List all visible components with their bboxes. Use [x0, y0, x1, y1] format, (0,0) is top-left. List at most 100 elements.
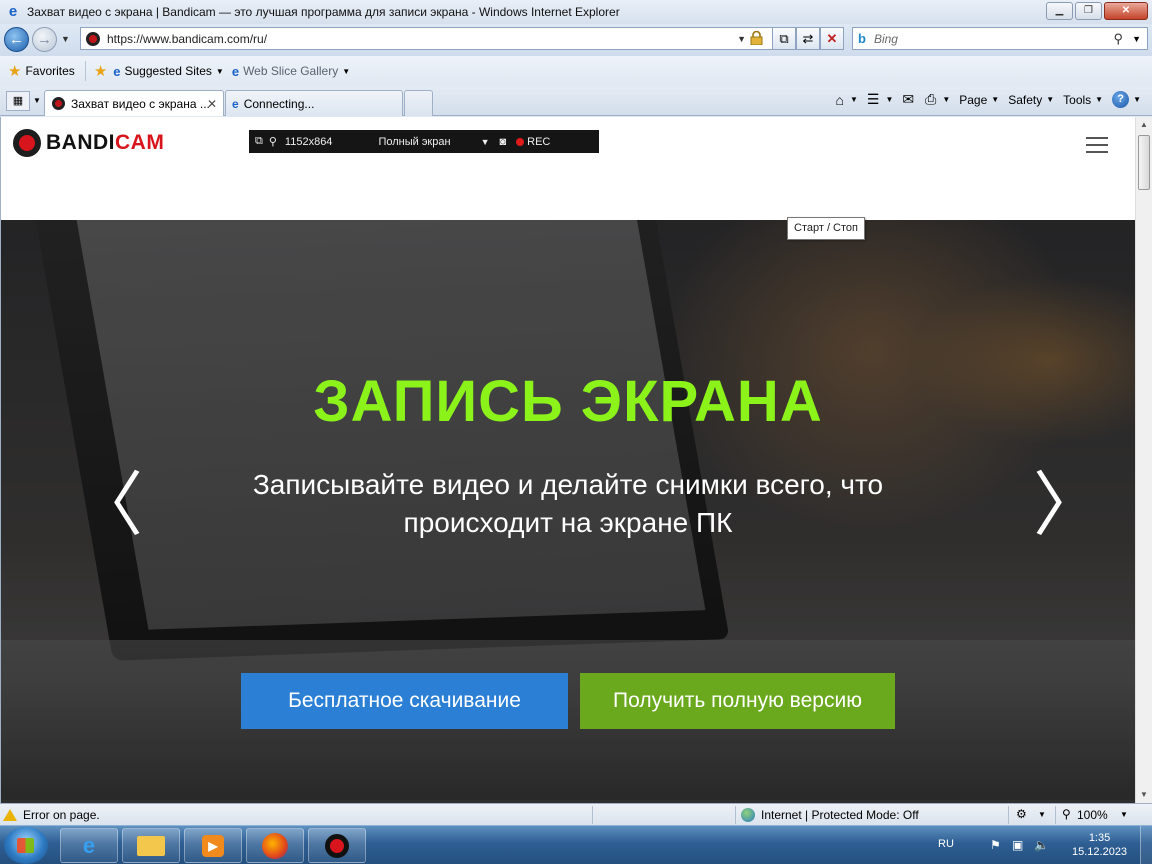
language-indicator[interactable]: RU [938, 838, 954, 850]
page-menu-label: Page [959, 92, 988, 107]
media-player-icon: ▶ [202, 834, 224, 857]
search-options-dropdown[interactable]: ▼ [1132, 34, 1141, 44]
maximize-button[interactable]: ❐ [1075, 2, 1102, 20]
chevron-down-icon[interactable]: ▼ [1038, 810, 1046, 819]
address-dropdown[interactable]: ▼ [737, 34, 746, 44]
tab-row: ▦ ▼ Захват видео с экрана ... ✕ e Connec… [0, 86, 1152, 116]
taskbar-explorer[interactable] [122, 828, 180, 863]
feeds-button[interactable]: ☰ ▼ [864, 91, 896, 108]
security-zone: Internet | Protected Mode: Off [761, 808, 919, 822]
quick-tabs-button[interactable]: ▦ [6, 91, 30, 111]
network-icon[interactable]: ▣ [1012, 838, 1023, 852]
camera-icon[interactable]: ◙ [499, 136, 506, 148]
lock-icon[interactable] [750, 31, 763, 45]
bandicam-logo[interactable]: BANDICAM [13, 129, 164, 157]
search-icon[interactable]: ⚲ [1113, 31, 1123, 47]
bandicam-recording-bar: ⧉ ⚲ 1152x864 Полный экран ▼ ◙ REC [249, 130, 599, 153]
volume-icon[interactable]: 🔈 [1034, 838, 1049, 852]
logo-wordmark: BANDICAM [46, 131, 165, 154]
start-stop-tooltip: Старт / Стоп [787, 217, 865, 240]
bandicam-icon [325, 833, 349, 858]
tab-connecting[interactable]: e Connecting... [225, 90, 403, 116]
suggested-sites-link[interactable]: e Suggested Sites ▼ [113, 64, 224, 79]
taskbar-firefox[interactable] [246, 828, 304, 863]
help-menu[interactable]: ? ▼ [1109, 91, 1144, 108]
protected-mode-icon[interactable]: ⚙ [1016, 807, 1027, 821]
forward-button[interactable]: → [32, 27, 57, 52]
firefox-icon [262, 832, 288, 859]
minimize-button[interactable]: ▁ [1046, 2, 1073, 20]
carousel-prev-arrow[interactable]: 〈 [73, 470, 143, 540]
show-desktop-button[interactable] [1140, 826, 1152, 864]
start-button[interactable] [4, 827, 48, 864]
status-bar: Error on page. Internet | Protected Mode… [0, 803, 1152, 825]
printer-icon: ⎙ [925, 91, 937, 107]
stop-icon[interactable]: ✕ [820, 27, 844, 50]
record-dot-icon[interactable] [516, 137, 525, 146]
new-tab-button[interactable] [404, 90, 433, 116]
read-mail-button[interactable]: ✉ [899, 91, 919, 108]
address-url[interactable]: https://www.bandicam.com/ru/ [107, 32, 267, 46]
taskbar-media-player[interactable]: ▶ [184, 828, 242, 863]
bing-icon: b [858, 31, 866, 46]
star-icon: ★ [8, 63, 22, 80]
chevron-down-icon: ▼ [1046, 95, 1055, 104]
site-favicon [86, 31, 100, 46]
search-box[interactable]: b Bing ⚲ ▼ [852, 27, 1148, 50]
logo-mark [13, 129, 41, 157]
chevron-down-icon: ▼ [942, 95, 951, 104]
tools-menu[interactable]: Tools ▼ [1060, 93, 1106, 107]
get-full-version-button[interactable]: Получить полную версию [580, 673, 895, 729]
zoom-icon[interactable]: ⚲ [1062, 807, 1071, 821]
bandicam-favicon [52, 97, 65, 110]
internet-zone-icon [741, 808, 755, 822]
tab-bandicam[interactable]: Захват видео с экрана ... ✕ [44, 90, 224, 116]
web-slice-gallery-label: Web Slice Gallery [243, 64, 339, 78]
hero-subtitle: Записывайте видео и делайте снимки всего… [252, 469, 884, 538]
web-slice-gallery-link[interactable]: e Web Slice Gallery ▼ [232, 64, 350, 79]
compatibility-view-icon[interactable]: ⧉ [772, 27, 796, 50]
print-button[interactable]: ⎙ ▼ [922, 91, 953, 108]
hamburger-menu-icon[interactable] [1086, 137, 1108, 158]
capture-mode[interactable]: Полный экран [378, 136, 450, 148]
carousel-next-arrow[interactable]: 〉 [1033, 470, 1103, 540]
add-favorites-button[interactable]: ★ [94, 62, 111, 80]
safety-menu[interactable]: Safety ▼ [1005, 93, 1057, 107]
free-download-button[interactable]: Бесплатное скачивание [241, 673, 568, 729]
zoom-level[interactable]: 100% [1077, 808, 1108, 822]
recent-pages-dropdown[interactable]: ▼ [61, 34, 70, 44]
page-menu[interactable]: Page ▼ [956, 93, 1002, 107]
error-status[interactable]: Error on page. [23, 808, 100, 822]
chevron-down-icon: ▼ [342, 66, 351, 76]
warning-icon[interactable] [3, 808, 17, 821]
chevron-down-icon: ▼ [885, 95, 894, 104]
favorites-button[interactable]: ★ Favorites [8, 62, 75, 80]
search-icon[interactable]: ⚲ [269, 135, 277, 148]
page-viewport: BANDICAM ⧉ ⚲ 1152x864 Полный экран ▼ ◙ R… [0, 117, 1152, 803]
search-placeholder[interactable]: Bing [874, 32, 898, 46]
close-button[interactable]: ✕ [1104, 2, 1148, 20]
taskbar-bandicam[interactable] [308, 828, 366, 863]
refresh-icon[interactable]: ⇄ [796, 27, 820, 50]
favorites-label: Favorites [25, 64, 75, 78]
ie-icon: e [82, 832, 96, 858]
zoom-dropdown[interactable]: ▼ [1120, 810, 1128, 819]
tools-menu-label: Tools [1063, 92, 1092, 107]
clock[interactable]: 1:35 15.12.2023 [1072, 831, 1127, 859]
close-tab-icon[interactable]: ✕ [207, 97, 217, 111]
window-mode-icon[interactable]: ⧉ [255, 135, 263, 148]
system-tray: RU ⚑ ▣ 🔈 1:35 15.12.2023 [922, 826, 1152, 864]
address-bar[interactable]: https://www.bandicam.com/ru/ ▼ [80, 27, 794, 50]
scrollbar-thumb[interactable] [1138, 135, 1150, 190]
scroll-up-arrow[interactable]: ▲ [1136, 117, 1152, 133]
vertical-scrollbar[interactable]: ▲ ▼ [1135, 117, 1152, 803]
back-button[interactable]: ← [4, 27, 29, 52]
taskbar-internet-explorer[interactable]: e [60, 828, 118, 863]
tab-list-dropdown[interactable]: ▼ [33, 96, 41, 105]
chevron-down-icon[interactable]: ▼ [481, 137, 490, 147]
scroll-down-arrow[interactable]: ▼ [1136, 787, 1152, 803]
suggested-sites-label: Suggested Sites [124, 64, 212, 78]
action-center-flag-icon[interactable]: ⚑ [990, 838, 1001, 852]
home-button[interactable]: ⌂ ▼ [833, 92, 861, 108]
rec-button[interactable]: REC [527, 136, 550, 148]
